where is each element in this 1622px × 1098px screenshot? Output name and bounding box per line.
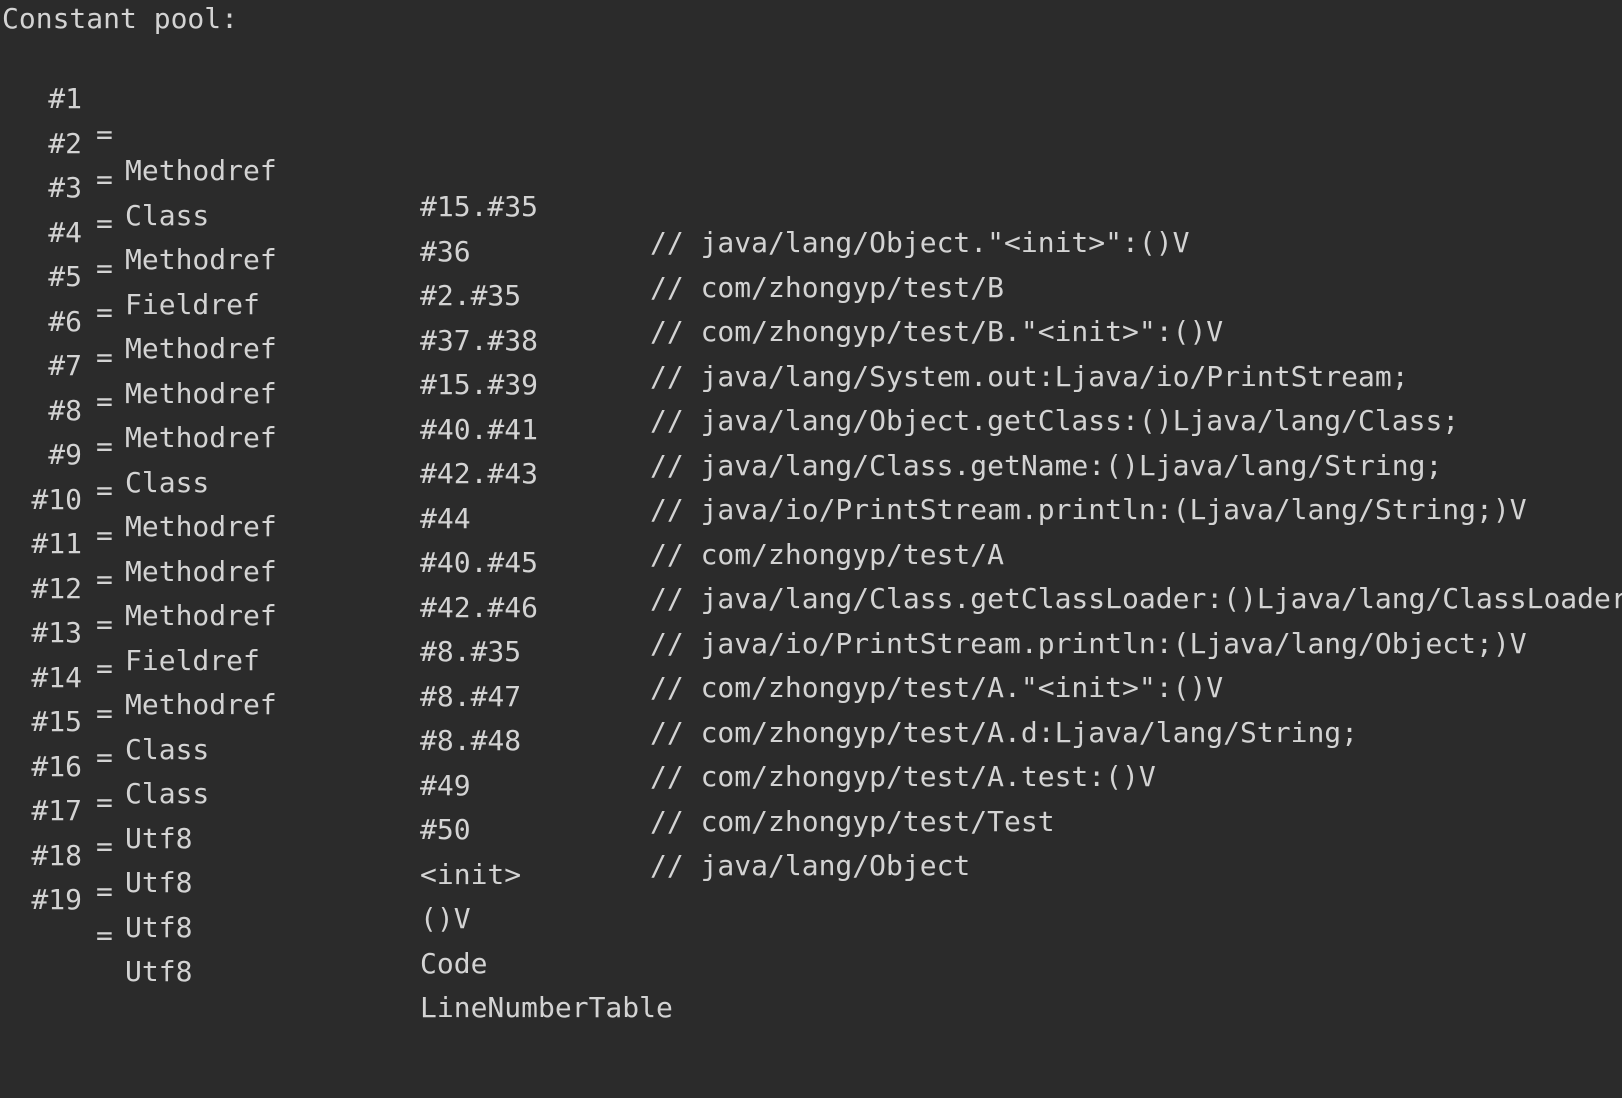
constant-pool-row: #19 = Utf8 LineNumberTable bbox=[0, 846, 1622, 1024]
entry-ref: LineNumberTable bbox=[420, 991, 673, 1024]
terminal-output: Constant pool: #1 = Methodref #15.#35 //… bbox=[0, 0, 1622, 1024]
constant-pool-row: #7 = Methodref #42.#43 // java/io/PrintS… bbox=[0, 312, 1622, 526]
constant-pool-row: #17 = Utf8 ()V bbox=[0, 757, 1622, 935]
constant-pool-row: #14 = Class #49 // com/zhongyp/test/Test bbox=[0, 624, 1622, 838]
constant-pool-row: #16 = Utf8 <init> bbox=[0, 713, 1622, 891]
constant-pool-row: #13 = Methodref #8.#48 // com/zhongyp/te… bbox=[0, 579, 1622, 793]
constant-pool-row: #9 = Methodref #40.#45 // java/lang/Clas… bbox=[0, 401, 1622, 615]
entry-equals: = bbox=[96, 919, 113, 952]
constant-pool-row: #5 = Methodref #15.#39 // java/lang/Obje… bbox=[0, 223, 1622, 437]
constant-pool-row: #11 = Methodref #8.#35 // com/zhongyp/te… bbox=[0, 490, 1622, 704]
constant-pool-row: #6 = Methodref #40.#41 // java/lang/Clas… bbox=[0, 268, 1622, 482]
constant-pool-row: #2 = Class #36 // com/zhongyp/test/B bbox=[0, 90, 1622, 304]
constant-pool-heading: Constant pool: bbox=[2, 2, 239, 35]
entry-kind: Utf8 bbox=[125, 911, 193, 944]
constant-pool-row: #10 = Methodref #42.#46 // java/io/Print… bbox=[0, 446, 1622, 660]
constant-pool-row: #12 = Fieldref #8.#47 // com/zhongyp/tes… bbox=[0, 535, 1622, 749]
constant-pool-row: #15 = Class #50 // java/lang/Object bbox=[0, 668, 1622, 882]
entry-index: #19 bbox=[31, 883, 82, 916]
constant-pool-row: #1 = Methodref #15.#35 // java/lang/Obje… bbox=[0, 45, 1622, 259]
constant-pool-row: #18 = Utf8 Code bbox=[0, 802, 1622, 980]
entry-ref: ()V bbox=[420, 902, 471, 935]
entry-ref: Code bbox=[420, 947, 488, 980]
entry-kind: Utf8 bbox=[125, 955, 193, 988]
constant-pool-row: #4 = Fieldref #37.#38 // java/lang/Syste… bbox=[0, 179, 1622, 393]
constant-pool-row: #3 = Methodref #2.#35 // com/zhongyp/tes… bbox=[0, 134, 1622, 348]
constant-pool-row: #8 = Class #44 // com/zhongyp/test/A bbox=[0, 357, 1622, 571]
